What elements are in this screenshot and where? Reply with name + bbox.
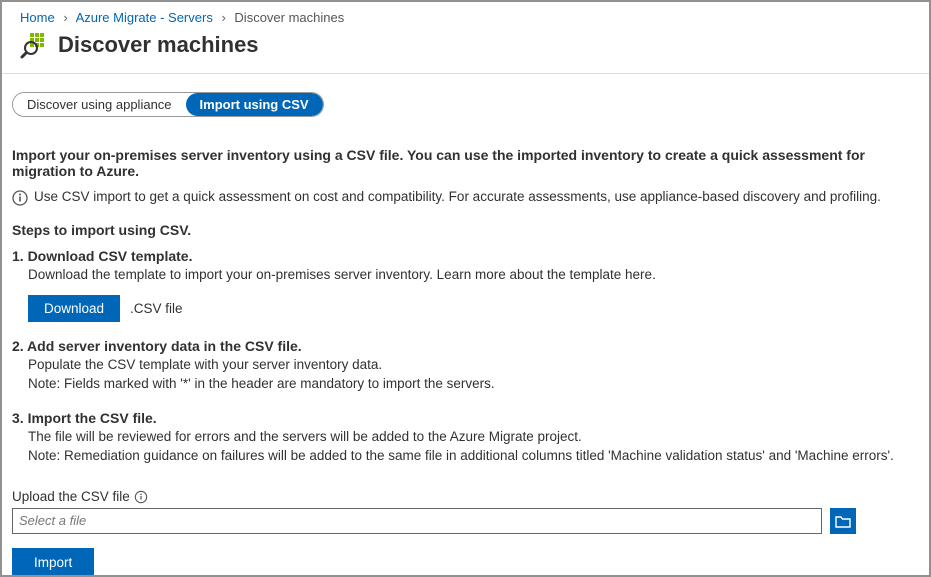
info-callout: Use CSV import to get a quick assessment… [12, 189, 919, 206]
tab-import-using-csv[interactable]: Import using CSV [186, 93, 323, 116]
page-title: Discover machines [58, 32, 259, 58]
tab-discover-using-appliance[interactable]: Discover using appliance [13, 93, 186, 116]
breadcrumb-azure-migrate-servers[interactable]: Azure Migrate - Servers [76, 10, 213, 25]
intro-text: Import your on-premises server inventory… [12, 147, 919, 179]
step-3-head: 3. Import the CSV file. [12, 410, 919, 426]
breadcrumb-home[interactable]: Home [20, 10, 55, 25]
discover-icon [20, 31, 48, 59]
step-1-head: 1. Download CSV template. [12, 248, 919, 264]
steps-title: Steps to import using CSV. [12, 222, 919, 238]
step-1: 1. Download CSV template. Download the t… [12, 248, 919, 322]
step-2: 2. Add server inventory data in the CSV … [12, 338, 919, 394]
upload-label: Upload the CSV file [12, 489, 130, 504]
step-3-body-2: Note: Remediation guidance on failures w… [28, 447, 919, 466]
browse-button[interactable] [830, 508, 856, 534]
step-3-body-1: The file will be reviewed for errors and… [28, 428, 919, 447]
import-button[interactable]: Import [12, 548, 94, 577]
step-2-head: 2. Add server inventory data in the CSV … [12, 338, 919, 354]
discovery-method-toggle: Discover using appliance Import using CS… [12, 92, 324, 117]
chevron-right-icon: › [221, 10, 225, 25]
step-2-body-1: Populate the CSV template with your serv… [28, 356, 919, 375]
folder-icon [835, 514, 851, 528]
info-icon[interactable] [134, 490, 148, 504]
csv-file-input[interactable]: Select a file [12, 508, 822, 534]
step-2-body-2: Note: Fields marked with '*' in the head… [28, 375, 919, 394]
breadcrumb-current: Discover machines [234, 10, 344, 25]
download-button[interactable]: Download [28, 295, 120, 322]
step-3: 3. Import the CSV file. The file will be… [12, 410, 919, 466]
info-icon [12, 190, 28, 206]
csv-file-label: .CSV file [130, 301, 183, 316]
chevron-right-icon: › [63, 10, 67, 25]
page-header: Discover machines [2, 29, 929, 74]
step-1-body: Download the template to import your on-… [28, 266, 919, 285]
info-text: Use CSV import to get a quick assessment… [34, 189, 881, 204]
breadcrumb: Home › Azure Migrate - Servers › Discove… [2, 2, 929, 29]
